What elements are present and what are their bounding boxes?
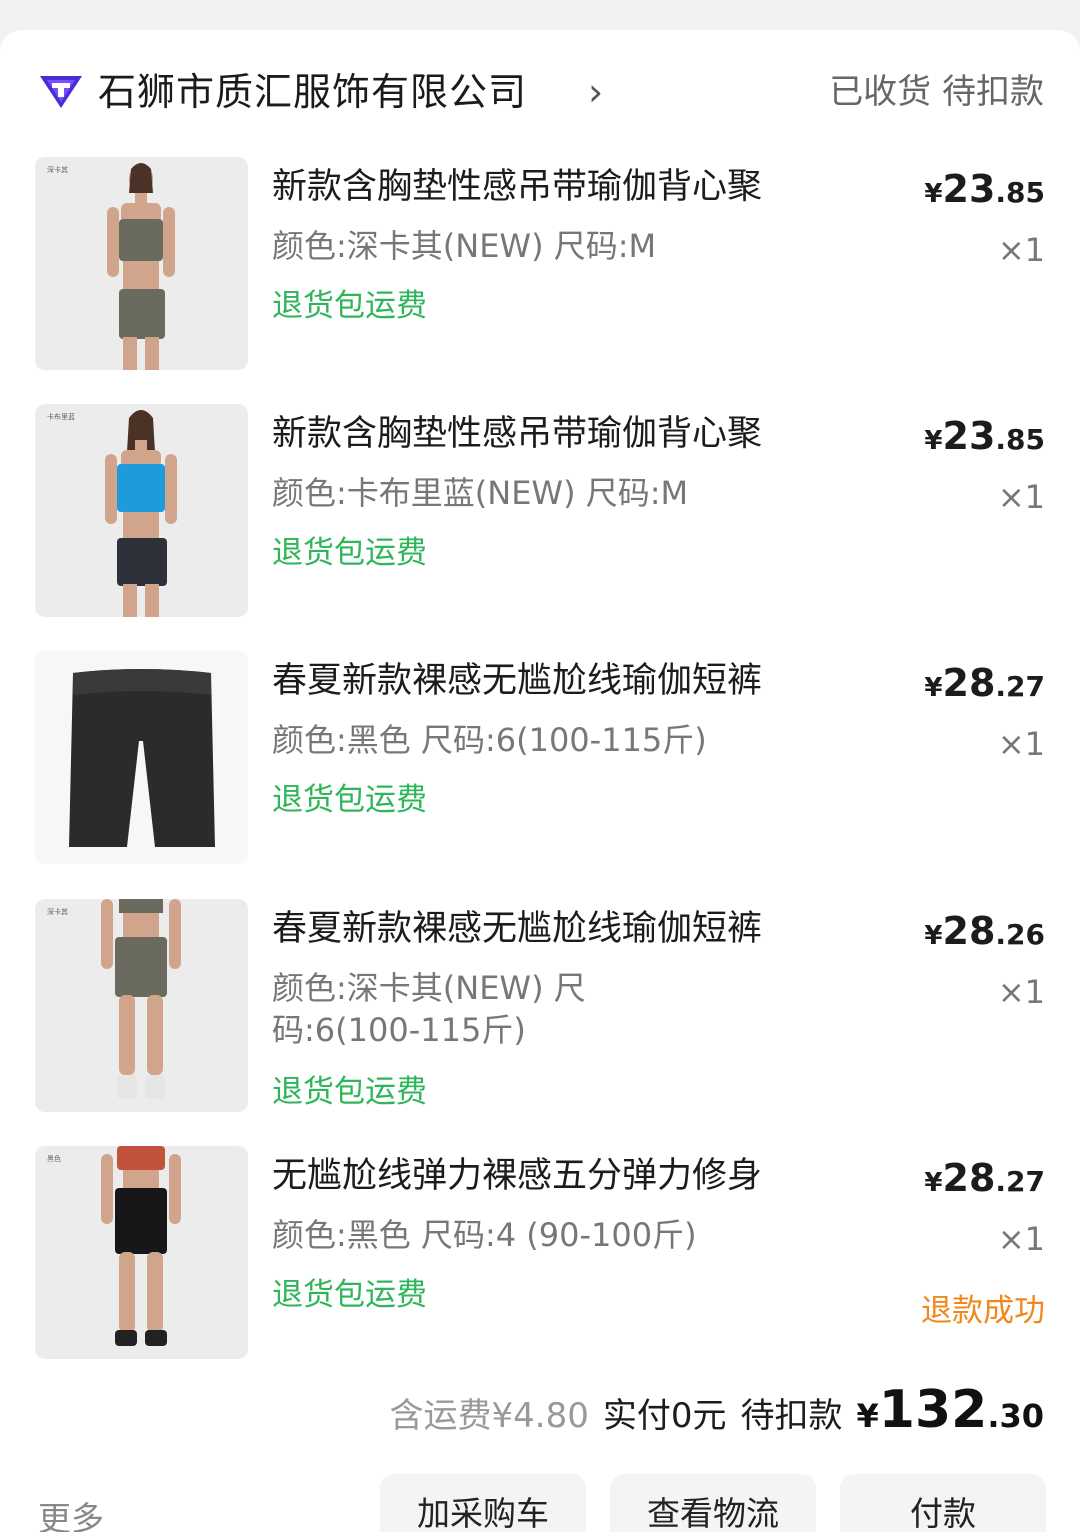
shop-logo-icon xyxy=(40,76,82,108)
list-item[interactable]: 春夏新款裸感无尴尬线瑜伽短裤 颜色:黑色 尺码:6(100-115斤) 退货包运… xyxy=(35,651,1045,866)
item-title[interactable]: 春夏新款裸感无尴尬线瑜伽短裤 xyxy=(272,905,832,953)
shop-name[interactable]: 石狮市质汇服饰有限公司 xyxy=(98,64,527,120)
refund-status[interactable]: 退款成功 xyxy=(921,1290,1045,1332)
item-spec: 颜色:黑色 尺码:6(100-115斤) xyxy=(272,721,707,759)
thumb-tag: 深卡其 xyxy=(47,166,68,174)
product-image[interactable]: 深卡其 xyxy=(35,899,248,1112)
more-link[interactable]: 更多 xyxy=(38,1492,104,1532)
product-figure-icon xyxy=(107,163,175,370)
shorts-icon xyxy=(69,669,215,847)
return-shipping-tag: 退货包运费 xyxy=(272,288,427,324)
order-status: 已收货 待扣款 xyxy=(829,72,1044,112)
product-figure-icon xyxy=(105,410,177,617)
pay-button[interactable]: 付款 xyxy=(840,1474,1046,1532)
item-title[interactable]: 新款含胸垫性感吊带瑜伽背心聚 xyxy=(272,410,832,458)
return-shipping-tag: 退货包运费 xyxy=(272,535,427,571)
list-item[interactable]: 卡布里蓝 新款含胸垫性感吊带瑜伽背心聚 颜色:卡布里蓝(NEW) 尺码:M 退货… xyxy=(35,404,1045,619)
item-title[interactable]: 新款含胸垫性感吊带瑜伽背心聚 xyxy=(272,163,832,211)
total-amount: ¥132.30 xyxy=(856,1380,1045,1440)
item-quantity: ×1 xyxy=(997,231,1045,269)
item-quantity: ×1 xyxy=(997,973,1045,1011)
item-spec: 颜色:深卡其(NEW) 尺码:6(100-115斤) xyxy=(272,969,586,1049)
list-item[interactable]: 黑色 无尴尬线弹力裸感五分弹力修身 颜色:黑色 尺码:4 (90-100斤) 退… xyxy=(35,1146,1045,1361)
item-quantity: ×1 xyxy=(997,478,1045,516)
product-figure-icon xyxy=(101,899,181,1099)
product-image[interactable]: 深卡其 xyxy=(35,157,248,370)
pending-label: 待扣款 xyxy=(740,1396,843,1436)
item-title[interactable]: 春夏新款裸感无尴尬线瑜伽短裤 xyxy=(272,657,832,705)
shipping-fee: 含运费¥4.80 xyxy=(389,1396,589,1436)
return-shipping-tag: 退货包运费 xyxy=(272,1277,427,1313)
product-figure-icon xyxy=(101,1146,181,1346)
item-spec: 颜色:卡布里蓝(NEW) 尺码:M xyxy=(272,474,689,512)
list-item[interactable]: 深卡其 春夏新款裸感无尴尬线瑜伽短裤 颜色:深卡其(NEW) 尺码:6(100-… xyxy=(35,899,1045,1119)
return-shipping-tag: 退货包运费 xyxy=(272,1074,427,1110)
return-shipping-tag: 退货包运费 xyxy=(272,782,427,818)
order-summary: 含运费¥4.80 实付0元 待扣款 ¥132.30 xyxy=(390,1380,1044,1450)
item-title[interactable]: 无尴尬线弹力裸感五分弹力修身 xyxy=(272,1152,832,1200)
item-spec: 颜色:深卡其(NEW) 尺码:M xyxy=(272,227,657,265)
paid-amount: 实付0元 xyxy=(602,1396,727,1436)
thumb-tag: 黑色 xyxy=(47,1155,61,1163)
shop-header[interactable]: 石狮市质汇服饰有限公司 › 已收货 待扣款 xyxy=(38,64,1044,120)
item-price: ¥28.27 xyxy=(924,1156,1045,1200)
product-image[interactable] xyxy=(35,651,248,864)
view-logistics-button[interactable]: 查看物流 xyxy=(610,1474,816,1532)
item-quantity: ×1 xyxy=(997,1220,1045,1258)
item-price: ¥23.85 xyxy=(924,414,1045,458)
list-item[interactable]: 深卡其 新款含胸垫性感吊带瑜伽背心聚 颜色:深卡其(NEW) 尺码:M 退货包运… xyxy=(35,157,1045,372)
product-image[interactable]: 卡布里蓝 xyxy=(35,404,248,617)
item-price: ¥23.85 xyxy=(924,167,1045,211)
add-to-cart-button[interactable]: 加采购车 xyxy=(380,1474,586,1532)
item-spec: 颜色:黑色 尺码:4 (90-100斤) xyxy=(272,1216,697,1254)
item-price: ¥28.26 xyxy=(924,909,1045,953)
product-image[interactable]: 黑色 xyxy=(35,1146,248,1359)
thumb-tag: 卡布里蓝 xyxy=(47,413,75,421)
thumb-tag: 深卡其 xyxy=(47,908,68,916)
chevron-right-icon[interactable]: › xyxy=(588,70,603,114)
item-price: ¥28.27 xyxy=(924,661,1045,705)
item-quantity: ×1 xyxy=(997,725,1045,763)
